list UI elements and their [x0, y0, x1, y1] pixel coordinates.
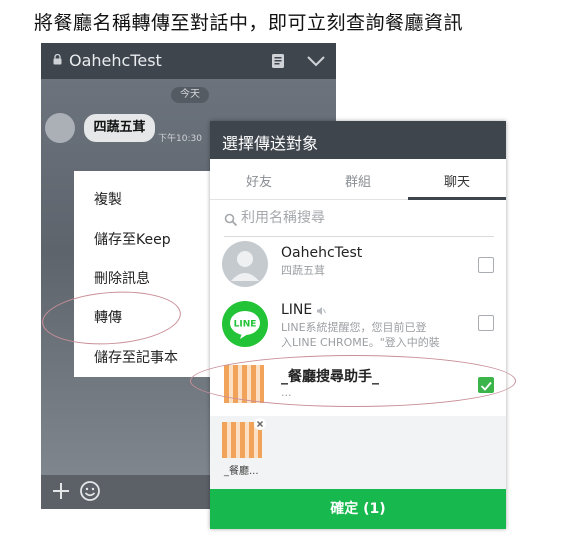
- item-checkbox[interactable]: [478, 257, 494, 273]
- remove-icon[interactable]: [254, 418, 266, 430]
- avatar: [222, 241, 268, 287]
- tab-chats[interactable]: 聊天: [444, 171, 470, 190]
- person-icon: [231, 251, 259, 281]
- search-underline: [224, 236, 494, 237]
- menu-item-delete[interactable]: 刪除訊息: [94, 268, 150, 288]
- search-icon: [224, 213, 238, 227]
- tab-groups[interactable]: 群組: [345, 171, 371, 190]
- message-bubble[interactable]: 四蔬五茸: [84, 114, 155, 142]
- item-checkbox[interactable]: [478, 377, 494, 393]
- panel-header: 選擇傳送對象: [210, 121, 506, 159]
- context-menu: 複製 儲存至Keep 刪除訊息 轉傳 儲存至記事本: [74, 171, 214, 377]
- line-logo: LINE: [222, 301, 268, 347]
- confirm-button[interactable]: 確定 (1): [210, 489, 506, 529]
- selected-name: _餐廳...: [224, 466, 259, 477]
- chat-header: OahehcTest: [41, 43, 336, 79]
- notes-icon[interactable]: [270, 53, 286, 69]
- mute-icon: [317, 307, 326, 315]
- lock-icon: [53, 54, 62, 65]
- avatar[interactable]: [45, 113, 75, 143]
- menu-item-save-keep[interactable]: 儲存至Keep: [94, 229, 171, 249]
- menu-item-forward[interactable]: 轉傳: [94, 307, 122, 327]
- item-subtitle: 四蔬五茸: [281, 264, 325, 277]
- menu-item-save-note[interactable]: 儲存至記事本: [94, 347, 178, 367]
- chat-title: OahehcTest: [69, 51, 162, 70]
- item-name: LINE: [281, 302, 313, 318]
- item-checkbox[interactable]: [478, 315, 494, 331]
- item-subtitle: ...: [281, 386, 292, 399]
- list-item-line[interactable]: LINE LINE LINE系統提醒您，您目前已登 入LINE CHROME。"…: [210, 299, 506, 356]
- active-tab-indicator: [408, 197, 506, 200]
- menu-item-copy[interactable]: 複製: [94, 189, 122, 209]
- tab-friends[interactable]: 好友: [246, 171, 272, 190]
- message-time: 下午10:30: [158, 134, 202, 144]
- search-input[interactable]: [241, 210, 481, 226]
- date-label: 今天: [171, 87, 209, 103]
- plus-icon[interactable]: [51, 481, 71, 501]
- line-logo-text: LINE: [234, 320, 257, 330]
- selected-recipients: _餐廳...: [210, 416, 506, 489]
- smile-icon[interactable]: [79, 480, 101, 502]
- item-name: _餐廳搜尋助手_: [281, 369, 379, 385]
- panel-title: 選擇傳送對象: [222, 134, 319, 153]
- line-logo-icon: LINE: [230, 311, 260, 339]
- avatar: [224, 365, 264, 403]
- item-subtitle-line1: LINE系統提醒您，您目前已登: [281, 321, 427, 334]
- share-panel: 選擇傳送對象 好友 群組 聊天 OahehcTest 四蔬五茸 LINE: [210, 121, 506, 529]
- item-name: OahehcTest: [281, 245, 363, 261]
- list-item-oahehctest[interactable]: OahehcTest 四蔬五茸: [210, 241, 506, 298]
- check-icon: [480, 381, 492, 391]
- caption: 將餐廳名稱轉傳至對話中，即可立刻查詢餐廳資訊: [34, 12, 464, 34]
- tab-bar: 好友 群組 聊天: [210, 159, 506, 200]
- list-item-restaurant-helper[interactable]: _餐廳搜尋助手_ ...: [210, 361, 506, 413]
- chevron-down-icon[interactable]: [306, 54, 326, 68]
- item-subtitle-line2: 入LINE CHROME。"登入中的裝: [281, 336, 440, 349]
